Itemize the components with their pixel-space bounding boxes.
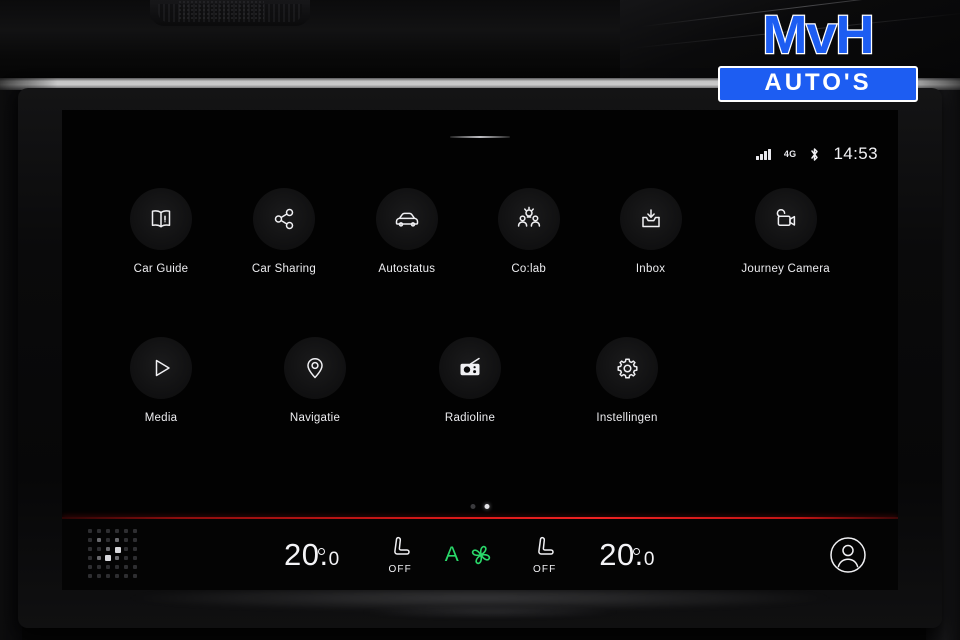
app-car-guide[interactable]: Car Guide [130, 188, 192, 275]
app-inbox[interactable]: Inbox [619, 188, 682, 275]
signal-bars-icon [756, 148, 771, 160]
seat-heater-icon [538, 536, 554, 555]
app-row-1: Car Guide Car Sharing Autostatus Co:lab … [62, 188, 898, 275]
app-icon-bg [252, 188, 315, 250]
page-dot-1[interactable] [470, 504, 476, 509]
app-colab[interactable]: Co:lab [497, 188, 560, 275]
status-bar: 4G 14:53 [756, 144, 878, 164]
app-icon-bg [619, 188, 682, 250]
passenger-temp-whole: 20. [599, 536, 644, 572]
seat-heater-icon [393, 536, 410, 555]
gear-icon [616, 357, 638, 379]
app-label: Inbox [635, 263, 666, 275]
app-grid: Car Guide Car Sharing Autostatus Co:lab … [62, 188, 898, 424]
driver-temperature[interactable]: 20. 0 [284, 537, 340, 573]
app-icon-bg [375, 188, 438, 250]
app-journey-camera[interactable]: Journey Camera [741, 188, 830, 275]
page-indicator[interactable] [470, 504, 490, 509]
app-icon-bg [439, 337, 501, 399]
app-row-2: Media Navigatie Radioline Instellingen [62, 275, 898, 424]
app-radioline[interactable]: Radioline [439, 337, 501, 424]
app-icon-bg [130, 337, 192, 399]
screenshot-root: 4G 14:53 Car Guide Car Sharing Autostatu… [0, 0, 960, 640]
climate-bar: 20. 0 OFF A OFF 20. 0 [62, 519, 898, 590]
user-profile-icon [830, 536, 866, 573]
app-icon-bg [284, 337, 346, 399]
app-instellingen[interactable]: Instellingen [596, 337, 658, 424]
inbox-download-icon [641, 209, 660, 228]
app-car-sharing[interactable]: Car Sharing [252, 188, 316, 275]
dealer-watermark: MvH AUTO'S [718, 5, 918, 102]
passenger-temp-decimal: 0 [643, 548, 655, 570]
user-profile-button[interactable] [826, 533, 870, 577]
auto-label: A [444, 542, 460, 566]
play-icon [155, 359, 170, 377]
driver-temp-whole: 20. [284, 536, 329, 572]
app-label: Co:lab [511, 263, 547, 275]
app-label: Car Sharing [251, 263, 316, 275]
app-label: Radioline [444, 412, 496, 424]
bluetooth-icon [809, 147, 820, 162]
passenger-seat-heater[interactable]: OFF [532, 535, 557, 575]
app-label: Media [144, 412, 178, 424]
app-label: Navigatie [289, 412, 341, 424]
app-label: Autostatus [378, 263, 436, 275]
app-navigatie[interactable]: Navigatie [284, 337, 346, 424]
app-media[interactable]: Media [130, 337, 192, 424]
app-icon-bg [754, 188, 817, 250]
pull-down-handle[interactable] [450, 136, 510, 138]
passenger-temperature[interactable]: 20. 0 [599, 537, 655, 573]
people-idea-icon [517, 206, 540, 227]
driver-temp-decimal: 0 [328, 548, 340, 570]
watermark-sub: AUTO'S [718, 66, 918, 102]
bezel-reflection-lower [360, 606, 620, 618]
driver-seat-heater[interactable]: OFF [388, 535, 413, 575]
app-autostatus[interactable]: Autostatus [375, 188, 438, 275]
app-icon-bg [596, 337, 658, 399]
app-icon-bg [130, 188, 192, 250]
infotainment-screen[interactable]: 4G 14:53 Car Guide Car Sharing Autostatu… [62, 110, 898, 590]
driver-seat-state: OFF [388, 563, 412, 575]
fan-icon [472, 545, 491, 564]
share-icon [274, 208, 294, 230]
app-label: Instellingen [596, 412, 658, 424]
radio-icon [460, 357, 480, 376]
speaker-grille [178, 0, 264, 20]
book-icon [151, 210, 171, 228]
watermark-brand: MvH [761, 5, 876, 65]
app-grid-icon[interactable] [88, 529, 144, 581]
passenger-seat-state: OFF [533, 563, 557, 575]
clock-label: 14:53 [833, 144, 878, 163]
app-label: Journey Camera [741, 263, 830, 275]
car-icon [395, 212, 419, 227]
app-icon-bg [497, 188, 560, 250]
app-label: Car Guide [133, 263, 189, 275]
map-pin-icon [307, 358, 323, 379]
auto-climate-toggle[interactable]: A [445, 540, 497, 570]
network-type-label: 4G [783, 149, 797, 159]
page-dot-2[interactable] [484, 504, 490, 509]
video-camera-icon [776, 209, 795, 227]
